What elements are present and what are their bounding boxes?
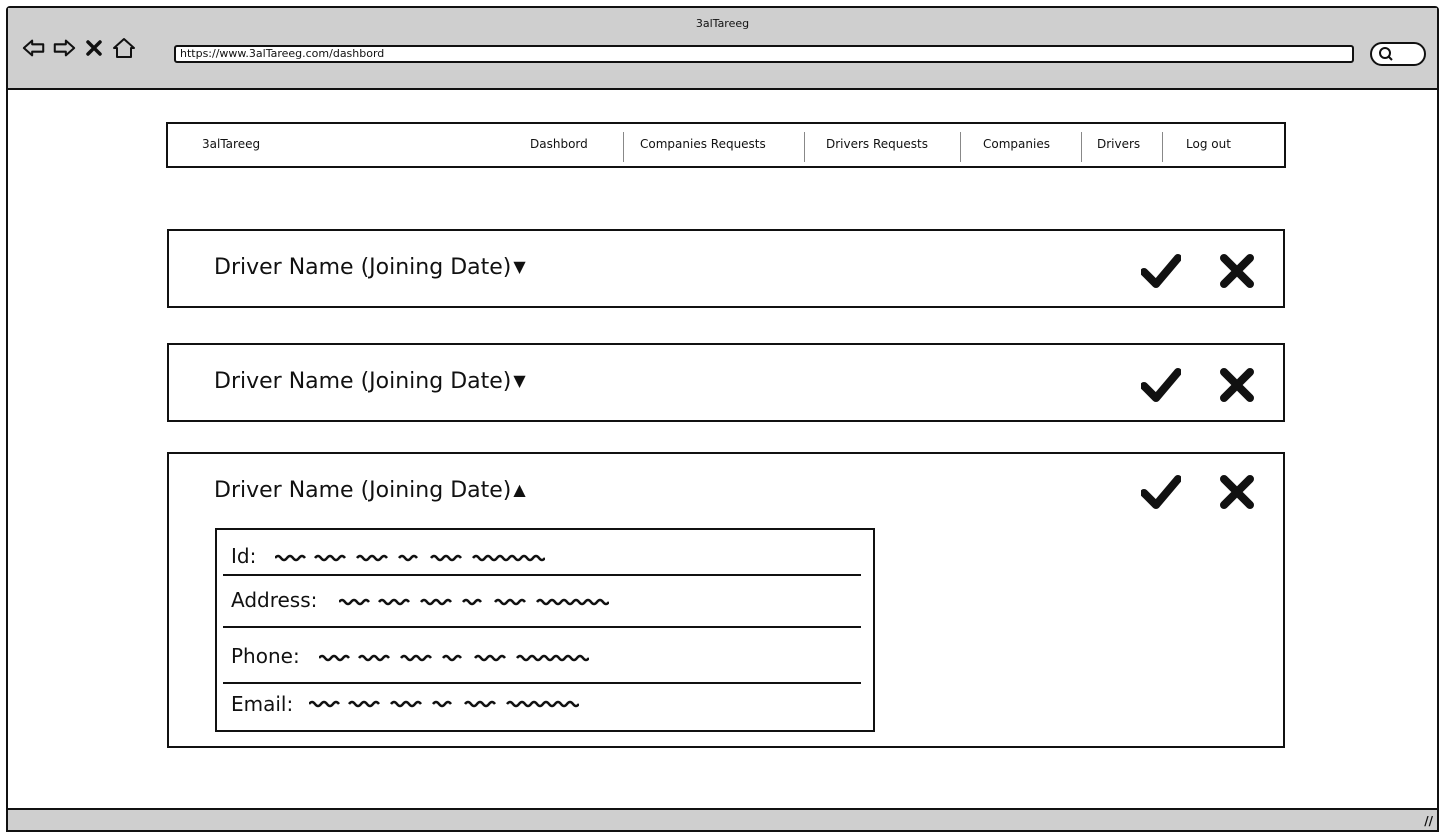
- detail-row-email: Email:: [217, 684, 873, 730]
- nav-item-companies-requests[interactable]: Companies Requests: [640, 137, 766, 151]
- address-bar[interactable]: https://www.3alTareeg.com/dashbord: [174, 45, 1354, 63]
- detail-label-email: Email:: [231, 692, 294, 716]
- driver-request-toggle[interactable]: Driver Name (Joining Date) ▼: [214, 255, 526, 280]
- nav-item-log-out[interactable]: Log out: [1186, 137, 1231, 151]
- driver-request-panel: Driver Name (Joining Date) ▼: [167, 229, 1285, 308]
- chevron-up-icon: ▲: [513, 480, 526, 499]
- redacted-value: [275, 554, 545, 562]
- forward-arrow-icon[interactable]: [52, 36, 76, 60]
- nav-item-drivers[interactable]: Drivers: [1097, 137, 1140, 151]
- driver-request-toggle[interactable]: Driver Name (Joining Date) ▲: [214, 478, 526, 503]
- detail-label-address: Address:: [231, 588, 318, 612]
- nav-item-dashbord[interactable]: Dashbord: [530, 137, 588, 151]
- driver-request-toggle[interactable]: Driver Name (Joining Date) ▼: [214, 369, 526, 394]
- redacted-value: [309, 700, 579, 708]
- chevron-down-icon: ▼: [513, 257, 526, 276]
- close-icon[interactable]: [82, 36, 106, 60]
- back-arrow-icon[interactable]: [22, 36, 46, 60]
- redacted-value: [339, 598, 609, 606]
- reject-x-icon[interactable]: [1219, 367, 1255, 403]
- browser-window: 3alTareeg https://www.3alTareeg.com/dash…: [6, 6, 1439, 832]
- redacted-value: [319, 654, 589, 662]
- detail-label-phone: Phone:: [231, 644, 300, 668]
- nav-divider: [804, 132, 805, 162]
- browser-titlebar: 3alTareeg https://www.3alTareeg.com/dash…: [8, 8, 1437, 90]
- driver-request-panel: Driver Name (Joining Date) ▼: [167, 343, 1285, 422]
- search-button[interactable]: [1370, 42, 1426, 66]
- nav-item-companies[interactable]: Companies: [983, 137, 1050, 151]
- driver-request-title: Driver Name (Joining Date): [214, 478, 512, 503]
- driver-details-box: Id: Address: Phone: Email:: [215, 528, 875, 732]
- search-icon: [1378, 46, 1394, 66]
- home-icon[interactable]: [112, 36, 136, 60]
- driver-request-title: Driver Name (Joining Date): [214, 255, 512, 280]
- reject-x-icon[interactable]: [1219, 474, 1255, 510]
- browser-statusbar: //: [8, 808, 1437, 830]
- detail-label-id: Id:: [231, 544, 257, 568]
- site-navbar: 3alTareeg Dashbord Companies Requests Dr…: [166, 122, 1286, 168]
- resize-handle-icon[interactable]: //: [1424, 814, 1433, 828]
- nav-item-drivers-requests[interactable]: Drivers Requests: [826, 137, 928, 151]
- approve-checkmark-icon[interactable]: [1141, 367, 1181, 403]
- nav-menu: Dashbord Companies Requests Drivers Requ…: [168, 124, 1284, 166]
- detail-row-address: Address:: [217, 576, 873, 628]
- nav-divider: [623, 132, 624, 162]
- window-title: 3alTareeg: [695, 17, 750, 30]
- nav-divider: [1162, 132, 1163, 162]
- approve-checkmark-icon[interactable]: [1141, 474, 1181, 510]
- browser-nav-controls: [22, 36, 136, 60]
- detail-row-id: Id:: [217, 530, 873, 576]
- driver-request-title: Driver Name (Joining Date): [214, 369, 512, 394]
- detail-row-phone: Phone:: [217, 628, 873, 684]
- driver-request-panel-expanded: Driver Name (Joining Date) ▲ Id: Address:…: [167, 452, 1285, 748]
- approve-checkmark-icon[interactable]: [1141, 253, 1181, 289]
- nav-divider: [1081, 132, 1082, 162]
- nav-divider: [960, 132, 961, 162]
- chevron-down-icon: ▼: [513, 371, 526, 390]
- reject-x-icon[interactable]: [1219, 253, 1255, 289]
